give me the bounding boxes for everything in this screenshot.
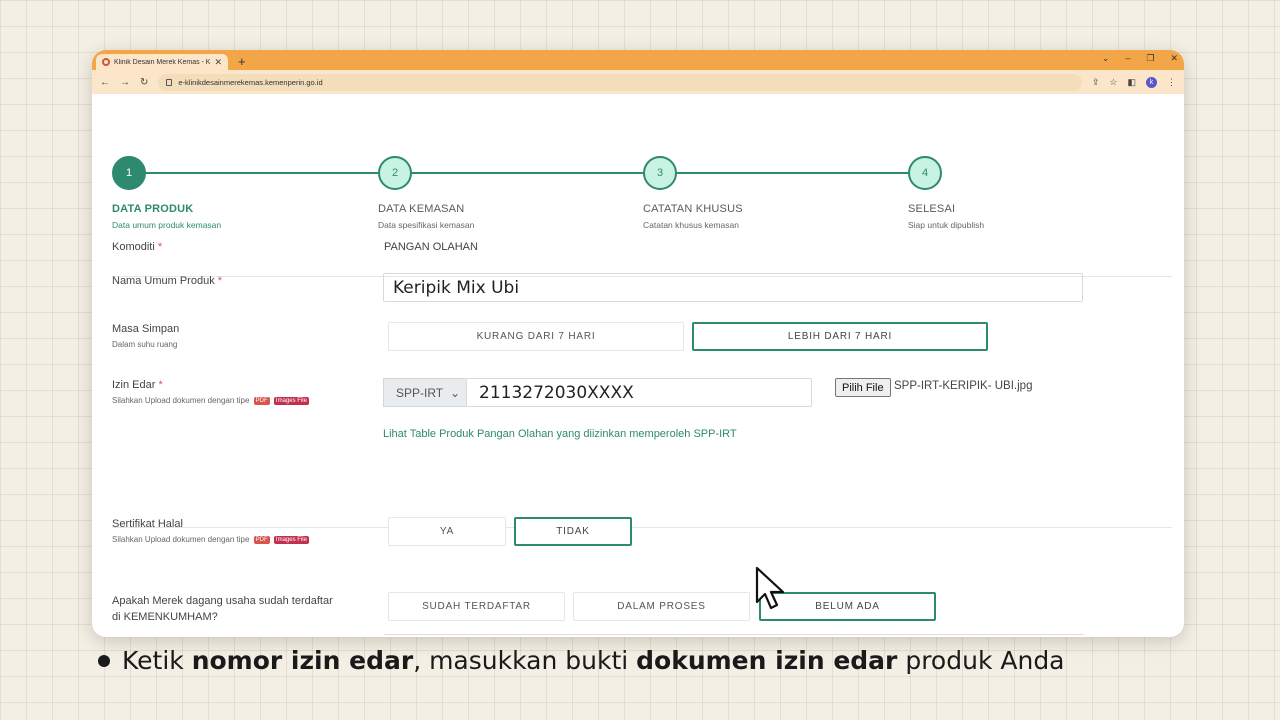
- caption: Ketik nomor izin edar, masukkan bukti do…: [98, 646, 1065, 675]
- close-tab-icon[interactable]: ✕: [214, 57, 222, 68]
- address-bar-row: ← → ↻ e-klinikdesainmerekemas.kemenperin…: [92, 70, 1184, 94]
- forward-icon[interactable]: →: [120, 77, 130, 88]
- images-file-badge: Images File: [273, 396, 309, 405]
- masa-simpan-lebih-button[interactable]: LEBIH DARI 7 HARI: [692, 322, 988, 351]
- chevron-down-icon: ⌄: [449, 385, 460, 400]
- masa-simpan-label: Masa Simpan: [112, 323, 180, 335]
- step-4-subtitle: Siap untuk dipublish: [908, 220, 985, 230]
- tab-title: Klinik Desain Merek Kemas - Kementerian: [114, 58, 211, 66]
- step-1-circle[interactable]: 1: [112, 156, 146, 190]
- sertifikat-halal-sublabel-text: Silahkan Upload dokumen dengan tipe: [112, 535, 250, 544]
- nama-produk-label-text: Nama Umum Produk: [112, 275, 215, 287]
- masa-simpan-kurang-button[interactable]: KURANG DARI 7 HARI: [388, 322, 684, 351]
- merek-question-line2: di KEMENKUMHAM?: [112, 611, 218, 623]
- profile-avatar[interactable]: k: [1146, 76, 1157, 88]
- restore-icon[interactable]: ❐: [1146, 53, 1154, 64]
- required-mark: *: [158, 379, 163, 391]
- nama-produk-label: Nama Umum Produk *: [112, 275, 222, 287]
- caption-part-2: , masukkan bukti: [413, 646, 637, 675]
- lock-icon: [166, 78, 173, 86]
- mouse-cursor-icon: [755, 566, 785, 610]
- step-3-subtitle: Catatan khusus kemasan: [643, 220, 739, 230]
- spp-irt-table-link[interactable]: Lihat Table Produk Pangan Olahan yang di…: [383, 428, 737, 440]
- pdf-badge: PDF: [253, 396, 270, 405]
- browser-tab[interactable]: Klinik Desain Merek Kemas - Kementerian …: [96, 54, 228, 70]
- favicon-icon: [102, 58, 110, 66]
- toolbar-icons: ⇪ ☆ ◧ k ⋮: [1092, 76, 1176, 88]
- step-1-title: DATA PRODUK: [112, 203, 194, 215]
- divider: [112, 527, 1172, 528]
- merek-question-label: Apakah Merek dagang usaha sudah terdafta…: [112, 593, 333, 625]
- images-file-badge: Images File: [273, 535, 309, 544]
- required-mark: *: [157, 241, 163, 253]
- caption-bold-1: nomor izin edar: [191, 646, 414, 675]
- required-mark: *: [217, 275, 223, 287]
- sidepanel-icon[interactable]: ◧: [1127, 77, 1136, 88]
- back-icon[interactable]: ←: [100, 77, 110, 88]
- step-2-subtitle: Data spesifikasi kemasan: [378, 220, 475, 230]
- file-name-text: SPP-IRT-KERIPIK- UBI.jpg: [894, 380, 1033, 392]
- nama-produk-input[interactable]: Keripik Mix Ubi: [383, 273, 1083, 302]
- step-1-subtitle: Data umum produk kemasan: [112, 220, 222, 230]
- izin-type-value: SPP-IRT: [396, 385, 444, 400]
- browser-window: Klinik Desain Merek Kemas - Kementerian …: [92, 50, 1184, 637]
- merek-dalam-proses-button[interactable]: DALAM PROSES: [573, 592, 750, 621]
- step-4-circle[interactable]: 4: [908, 156, 942, 190]
- choose-file-button[interactable]: Pilih File: [835, 378, 891, 397]
- caption-part-3: produk Anda: [897, 646, 1065, 675]
- masa-simpan-sublabel: Dalam suhu ruang: [112, 340, 178, 349]
- caption-part-1: Ketik: [122, 646, 192, 675]
- share-icon[interactable]: ⇪: [1092, 77, 1100, 88]
- url-bar[interactable]: e-klinikdesainmerekemas.kemenperin.go.id: [158, 73, 1082, 91]
- page-content: 1 2 3 4 DATA PRODUK DATA KEMASAN CATATAN…: [92, 94, 1184, 637]
- step-2-circle[interactable]: 2: [378, 156, 412, 190]
- next-field-edge: [384, 634, 1084, 635]
- komoditi-value: PANGAN OLAHAN: [384, 241, 478, 253]
- menu-icon[interactable]: ⋮: [1167, 77, 1176, 88]
- sertifikat-halal-sublabel: Silahkan Upload dokumen dengan tipe PDF …: [112, 535, 309, 544]
- step-4-title: SELESAI: [908, 203, 956, 215]
- merek-sudah-terdaftar-button[interactable]: SUDAH TERDAFTAR: [388, 592, 565, 621]
- komoditi-label: Komoditi *: [112, 241, 162, 253]
- caption-bold-2: dokumen izin edar: [636, 646, 898, 675]
- stepper-line: [129, 172, 924, 174]
- minimize-icon[interactable]: –: [1125, 53, 1130, 64]
- tab-bar: Klinik Desain Merek Kemas - Kementerian …: [92, 50, 1184, 70]
- izin-number-input[interactable]: 2113272030XXXX: [466, 378, 812, 407]
- close-window-icon[interactable]: ✕: [1170, 53, 1178, 64]
- izin-edar-sublabel-text: Silahkan Upload dokumen dengan tipe: [112, 396, 250, 405]
- izin-type-select[interactable]: SPP-IRT ⌄: [383, 378, 466, 407]
- izin-edar-label-text: Izin Edar: [112, 379, 156, 391]
- bullet-icon: [98, 654, 110, 667]
- izin-edar-label: Izin Edar *: [112, 379, 163, 391]
- merek-question-line1: Apakah Merek dagang usaha sudah terdafta…: [112, 595, 333, 607]
- window-controls: ⌄ – ❐ ✕: [1102, 53, 1178, 64]
- step-3-title: CATATAN KHUSUS: [643, 203, 743, 215]
- sertifikat-halal-label: Sertifikat Halal: [112, 518, 183, 530]
- halal-ya-button[interactable]: YA: [388, 517, 506, 546]
- caption-text: Ketik nomor izin edar, masukkan bukti do…: [122, 646, 1065, 675]
- bookmark-star-icon[interactable]: ☆: [1109, 77, 1117, 88]
- pdf-badge: PDF: [253, 535, 270, 544]
- reload-icon[interactable]: ↻: [140, 77, 148, 88]
- komoditi-label-text: Komoditi: [112, 241, 155, 253]
- url-text: e-klinikdesainmerekemas.kemenperin.go.id: [178, 77, 323, 87]
- izin-edar-sublabel: Silahkan Upload dokumen dengan tipe PDF …: [112, 396, 309, 405]
- step-3-circle[interactable]: 3: [643, 156, 677, 190]
- new-tab-icon[interactable]: +: [238, 54, 246, 69]
- tab-search-icon[interactable]: ⌄: [1102, 53, 1110, 64]
- halal-tidak-button[interactable]: TIDAK: [514, 517, 632, 546]
- step-2-title: DATA KEMASAN: [378, 203, 465, 215]
